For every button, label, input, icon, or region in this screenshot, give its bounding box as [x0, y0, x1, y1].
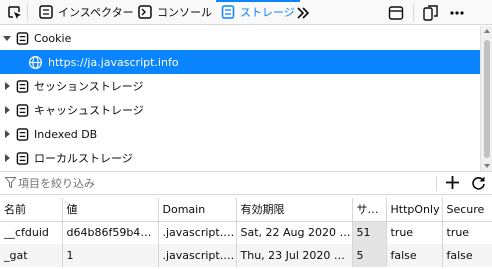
tree-item-label: https://ja.javascript.info: [48, 55, 179, 69]
cell-size[interactable]: 5: [352, 244, 387, 267]
column-header-secure[interactable]: Secure: [442, 198, 492, 222]
cell-size[interactable]: 51: [352, 221, 387, 244]
scroll-up-arrow-icon[interactable]: [484, 29, 490, 33]
table-row[interactable]: __cfduid d64b86f59b4e4… .javascript.info…: [0, 221, 492, 244]
overflow-menu-icon: [449, 5, 465, 21]
tree-item-ja-javascript-info[interactable]: https://ja.javascript.info: [0, 50, 480, 74]
tab-label: インスペクター: [58, 6, 134, 19]
tree-scrollbar[interactable]: [480, 26, 492, 171]
column-header-expires[interactable]: 有効期限: [236, 198, 353, 222]
tab-console[interactable]: コンソール: [133, 0, 217, 24]
column-header-value[interactable]: 値: [62, 198, 159, 222]
tree-item-label: ローカルストレージ: [34, 152, 133, 165]
tree-item-indexed-db[interactable]: Indexed DB: [0, 122, 480, 146]
column-header-httponly[interactable]: HttpOnly: [386, 198, 443, 222]
plus-icon: [446, 176, 459, 189]
cell-value[interactable]: d64b86f59b4e4…: [62, 221, 159, 244]
column-header-size[interactable]: サイズ: [352, 198, 387, 222]
tab-storage[interactable]: ストレージ: [216, 0, 300, 24]
layout-button[interactable]: [388, 0, 404, 25]
cell-httponly[interactable]: false: [386, 244, 443, 267]
table-row[interactable]: _gat 1 .javascript.info Thu, 23 Jul 2020…: [0, 244, 492, 267]
layout-icon: [388, 5, 404, 21]
cell-value[interactable]: 1: [62, 244, 159, 267]
storage-icon: [16, 31, 29, 45]
scroll-down-arrow-icon[interactable]: [484, 164, 490, 168]
column-header-name[interactable]: 名前: [0, 198, 63, 222]
collapsed-arrow-icon[interactable]: [3, 146, 11, 170]
storage-icon: [16, 127, 29, 141]
storage-icon: [16, 103, 29, 117]
filter-input[interactable]: [18, 175, 418, 191]
inspector-icon: [39, 5, 53, 19]
storage-tree: Cookie https://ja.javascript.info セッションス…: [0, 26, 480, 171]
tree-item-cookie[interactable]: Cookie: [0, 26, 480, 50]
storage-icon: [16, 79, 29, 93]
element-picker-button[interactable]: [6, 0, 22, 25]
tab-label: コンソール: [157, 6, 212, 19]
cell-expires[interactable]: Sat, 22 Aug 2020 02:…: [236, 221, 353, 244]
collapsed-arrow-icon[interactable]: [3, 74, 11, 98]
scrollbar-thumb[interactable]: [484, 40, 490, 158]
expanded-arrow-icon[interactable]: [3, 26, 11, 50]
responsive-design-button[interactable]: [423, 0, 439, 25]
tree-item-label: Cookie: [34, 31, 72, 45]
toolbar-divider: [413, 4, 414, 21]
cookie-table: 名前 値 Domain 有効期限 サイズ HttpOnly Secure __c…: [0, 198, 492, 267]
cell-expires[interactable]: Thu, 23 Jul 2020 02:…: [236, 244, 353, 267]
cell-name[interactable]: _gat: [0, 244, 63, 267]
toolbar-divider: [27, 4, 28, 21]
column-header-domain[interactable]: Domain: [158, 198, 237, 222]
devtools-toolbar: インスペクター コンソール ストレージ: [0, 0, 492, 25]
table-header-row: 名前 値 Domain 有効期限 サイズ HttpOnly Secure: [0, 198, 492, 222]
more-tools-button[interactable]: [296, 0, 310, 25]
tab-inspector[interactable]: インスペクター: [34, 0, 139, 24]
globe-icon: [28, 55, 43, 70]
cell-domain[interactable]: .javascript.info: [158, 244, 237, 267]
collapsed-arrow-icon[interactable]: [3, 98, 11, 122]
cell-httponly[interactable]: true: [386, 221, 443, 244]
tree-item-cache-storage[interactable]: キャッシュストレージ: [0, 98, 480, 122]
refresh-icon: [472, 176, 485, 190]
tab-label: ストレージ: [240, 6, 295, 19]
element-picker-icon: [6, 5, 22, 21]
more-tools-icon: [296, 6, 310, 20]
tree-item-label: キャッシュストレージ: [34, 104, 144, 117]
console-icon: [138, 5, 152, 19]
cell-name[interactable]: __cfduid: [0, 221, 63, 244]
storage-icon: [16, 151, 29, 165]
collapsed-arrow-icon[interactable]: [3, 122, 11, 146]
filter-bar: [0, 171, 492, 195]
tree-item-local-storage[interactable]: ローカルストレージ: [0, 146, 480, 170]
tree-item-label: Indexed DB: [34, 127, 98, 141]
tree-item-label: セッションストレージ: [34, 80, 144, 93]
responsive-design-icon: [423, 4, 439, 21]
cell-domain[interactable]: .javascript.info: [158, 221, 237, 244]
filter-icon: [4, 177, 17, 192]
cell-secure[interactable]: false: [442, 244, 492, 267]
refresh-button[interactable]: [471, 175, 486, 193]
overflow-menu-button[interactable]: [449, 0, 465, 25]
toolbar-divider: [436, 176, 437, 191]
storage-icon: [221, 5, 235, 19]
cell-secure[interactable]: true: [442, 221, 492, 244]
add-item-button[interactable]: [445, 175, 460, 193]
tree-item-session-storage[interactable]: セッションストレージ: [0, 74, 480, 98]
